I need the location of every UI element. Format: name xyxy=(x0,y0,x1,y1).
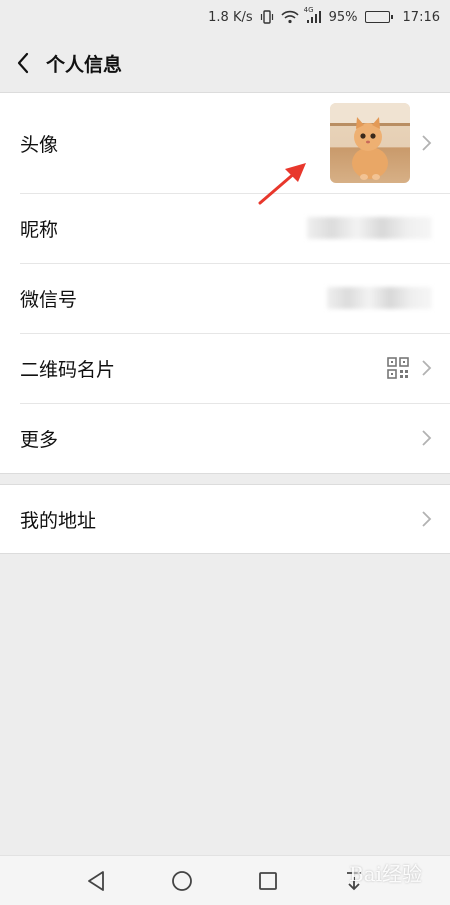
nickname-row-label: 昵称 xyxy=(20,218,59,241)
more-row-label: 更多 xyxy=(20,428,59,451)
square-recents-icon xyxy=(259,871,277,890)
nav-bar: 个人信息 xyxy=(0,34,450,92)
kitten-image-icon xyxy=(330,103,410,180)
wechat-id-row[interactable]: 微信号 xyxy=(0,263,450,333)
back-button[interactable] xyxy=(0,34,46,92)
battery-percent: 95% xyxy=(328,9,358,25)
wifi-icon xyxy=(281,10,299,24)
network-speed: 1.8 K/s xyxy=(208,9,253,25)
watermark: Bai经验 xyxy=(348,862,422,886)
chevron-right-icon xyxy=(422,511,432,527)
nav-back-button[interactable] xyxy=(53,856,139,905)
qr-code-icon xyxy=(387,357,409,379)
profile-section: 头像 昵称 微信号 二维码名片 更多 xyxy=(0,92,450,474)
wechat-id-row-label: 微信号 xyxy=(20,288,78,311)
avatar-image[interactable] xyxy=(330,103,410,183)
qr-code-row-label: 二维码名片 xyxy=(20,358,116,381)
nav-recents-button[interactable] xyxy=(225,856,311,905)
page-title: 个人信息 xyxy=(46,53,123,76)
my-address-row-label: 我的地址 xyxy=(20,509,97,532)
signal-icon: 4G xyxy=(304,6,322,24)
chevron-right-icon xyxy=(422,360,432,376)
chevron-right-icon xyxy=(422,430,432,446)
triangle-back-icon xyxy=(88,870,104,891)
avatar-row-label: 头像 xyxy=(20,133,59,156)
battery-icon xyxy=(364,11,393,23)
vibrate-icon xyxy=(260,10,274,24)
qr-code-row[interactable]: 二维码名片 xyxy=(0,333,450,403)
address-section: 我的地址 xyxy=(0,484,450,554)
wechat-id-value-redacted xyxy=(327,287,432,309)
nickname-value-redacted xyxy=(307,217,432,239)
circle-home-icon xyxy=(172,870,192,891)
my-address-row[interactable]: 我的地址 xyxy=(0,485,450,553)
status-bar: 1.8 K/s 4G 95% 17:16 xyxy=(0,0,450,34)
nav-home-button[interactable] xyxy=(139,856,225,905)
network-type: 4G xyxy=(303,6,314,14)
nickname-row[interactable]: 昵称 xyxy=(0,193,450,263)
chevron-left-icon xyxy=(17,52,29,74)
clock: 17:16 xyxy=(402,9,440,25)
chevron-right-icon xyxy=(422,135,432,151)
more-row[interactable]: 更多 xyxy=(0,403,450,473)
avatar-row[interactable]: 头像 xyxy=(0,93,450,193)
